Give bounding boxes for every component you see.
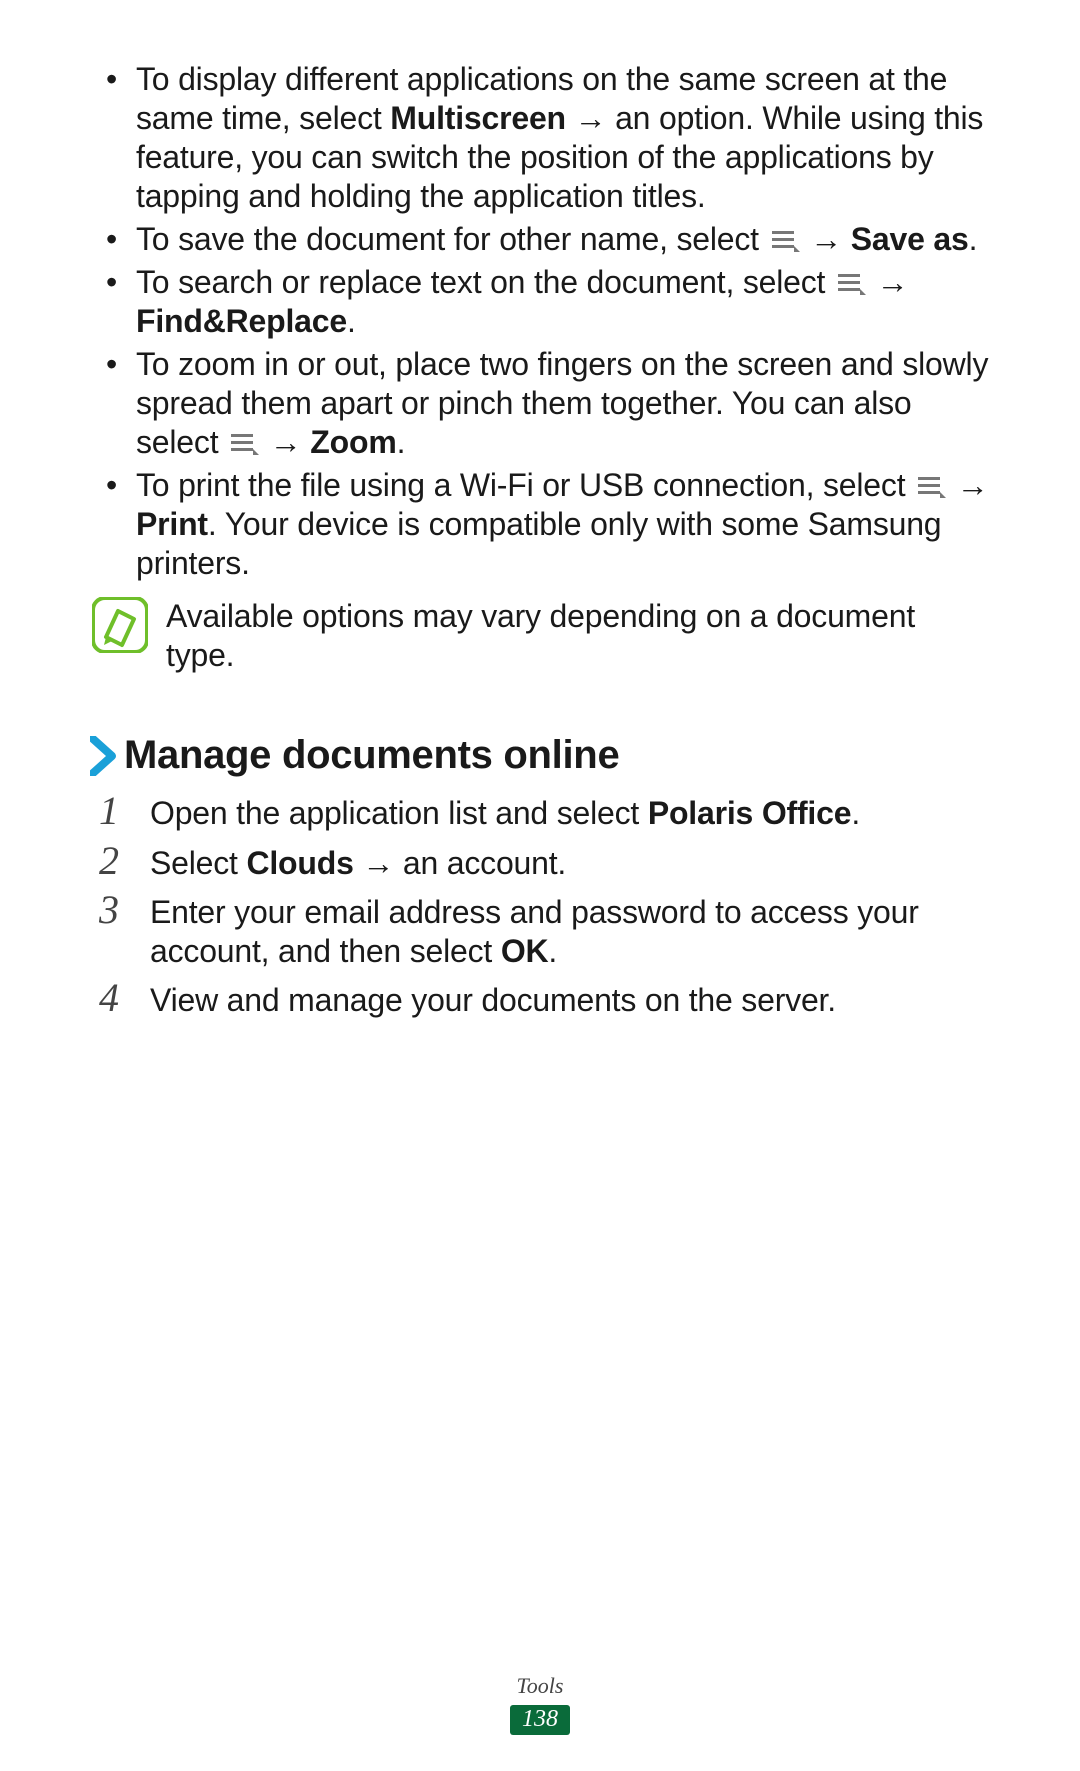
note-callout: Available options may vary depending on … — [90, 597, 990, 675]
bullet-text: . Your device is compatible only with so… — [136, 506, 941, 581]
step-body: View and manage your documents on the se… — [150, 977, 836, 1020]
step-item: 1 Open the application list and select P… — [90, 790, 990, 833]
step-body: Enter your email address and password to… — [150, 889, 990, 971]
step-item: 3 Enter your email address and password … — [90, 889, 990, 971]
bullet-text: → — [868, 264, 909, 300]
steps-list: 1 Open the application list and select P… — [90, 790, 990, 1019]
bullet-item: To zoom in or out, place two fingers on … — [90, 345, 990, 462]
bullet-item: To save the document for other name, sel… — [90, 220, 990, 259]
step-body: Select Clouds → an account. — [150, 840, 566, 883]
step-item: 2 Select Clouds → an account. — [90, 840, 990, 883]
heading-text: Manage documents online — [124, 733, 619, 778]
step-text: → an account. — [354, 845, 566, 881]
step-text: . — [851, 795, 860, 831]
page-number-badge: 138 — [510, 1705, 570, 1735]
step-number: 3 — [90, 889, 128, 931]
bullet-item: To search or replace text on the documen… — [90, 263, 990, 341]
bold-text: Zoom — [310, 424, 396, 460]
bold-text: Save as — [851, 221, 969, 257]
bullet-text: To print the file using a Wi-Fi or USB c… — [136, 467, 914, 503]
bullet-text: To search or replace text on the documen… — [136, 264, 834, 300]
section-heading: Manage documents online — [90, 733, 990, 778]
step-body: Open the application list and select Pol… — [150, 790, 860, 833]
bold-text: Clouds — [246, 845, 353, 881]
step-text: View and manage your documents on the se… — [150, 982, 836, 1018]
bullet-item: To display different applications on the… — [90, 60, 990, 216]
step-number: 4 — [90, 977, 128, 1019]
bullet-item: To print the file using a Wi-Fi or USB c… — [90, 466, 990, 583]
step-item: 4 View and manage your documents on the … — [90, 977, 990, 1020]
manual-page: To display different applications on the… — [0, 0, 1080, 1771]
bold-text: Polaris Office — [648, 795, 852, 831]
menu-icon — [770, 222, 800, 246]
menu-icon — [229, 425, 259, 449]
bold-text: Print — [136, 506, 208, 542]
bullet-text: . — [347, 303, 356, 339]
bullet-text: → — [948, 467, 989, 503]
bullet-list: To display different applications on the… — [90, 60, 990, 583]
menu-icon — [916, 468, 946, 492]
step-text: Select — [150, 845, 246, 881]
step-text: Open the application list and select — [150, 795, 648, 831]
bullet-text: . — [969, 221, 978, 257]
bullet-text: → — [802, 221, 851, 257]
bold-text: Multiscreen — [390, 100, 566, 136]
bullet-text: . — [397, 424, 406, 460]
bullet-text: To save the document for other name, sel… — [136, 221, 768, 257]
note-icon — [92, 597, 148, 653]
page-footer: Tools 138 — [0, 1673, 1080, 1735]
note-text: Available options may vary depending on … — [166, 597, 990, 675]
footer-section-label: Tools — [0, 1673, 1080, 1699]
chevron-right-icon — [90, 736, 116, 776]
step-number: 2 — [90, 840, 128, 882]
step-number: 1 — [90, 790, 128, 832]
bullet-text: → — [261, 424, 310, 460]
menu-icon — [836, 265, 866, 289]
bold-text: Find&Replace — [136, 303, 347, 339]
bold-text: OK — [501, 933, 549, 969]
step-text: . — [548, 933, 557, 969]
